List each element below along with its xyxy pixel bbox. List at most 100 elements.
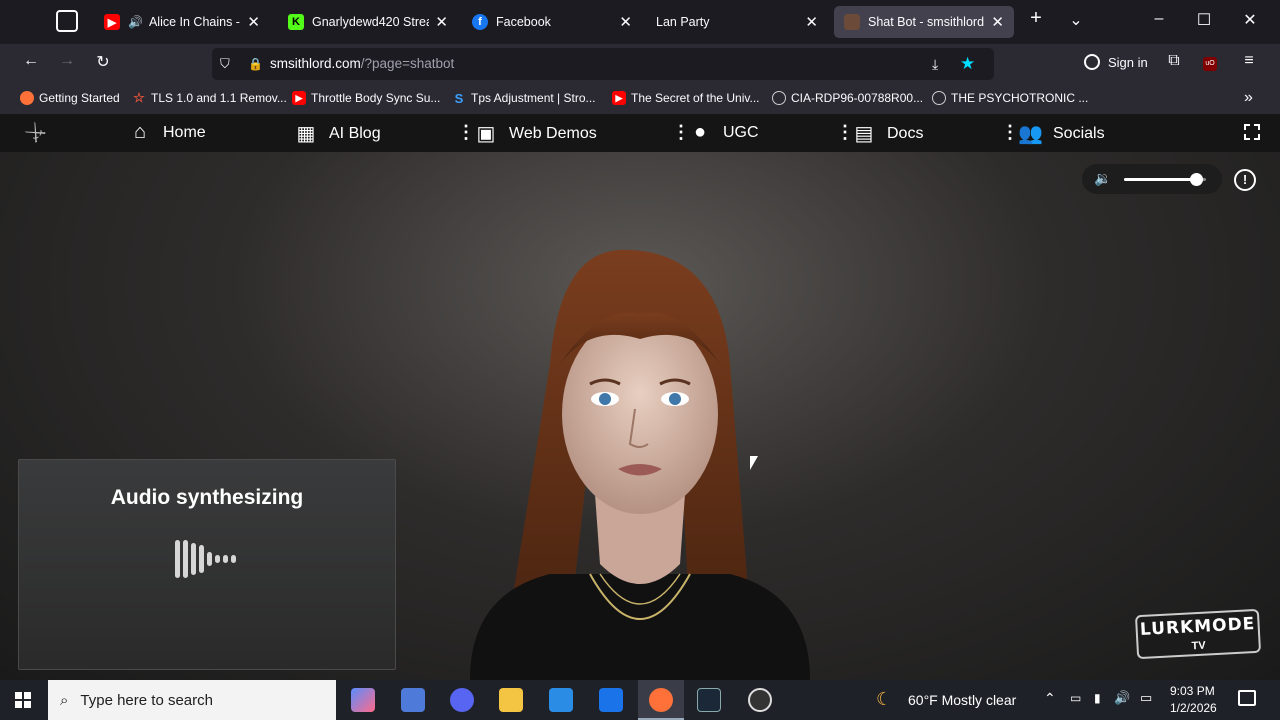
clock-date[interactable]: 1/2/2026: [1170, 701, 1217, 715]
calendar-icon: ▦: [296, 123, 316, 145]
firefox-icon: [20, 91, 34, 105]
close-tab-icon[interactable]: ✕: [247, 13, 260, 31]
close-tab-icon[interactable]: ✕: [991, 13, 1004, 31]
notifications-icon[interactable]: [1238, 690, 1256, 706]
display-icon[interactable]: ▭: [1140, 690, 1152, 706]
file-manager-icon[interactable]: [401, 688, 425, 712]
bookmark-tps[interactable]: S Tps Adjustment | Stro...: [452, 90, 596, 106]
forward-icon[interactable]: →: [54, 52, 80, 76]
extensions-icon[interactable]: ⧉: [1161, 52, 1187, 76]
fullscreen-icon[interactable]: [1244, 124, 1260, 140]
tab-gnarlydewd[interactable]: K Gnarlydewd420 Stream ✕: [278, 6, 458, 38]
nav-label: Docs: [887, 124, 924, 142]
site-nav: ⚔ ⌂ Home ▦ AI Blog ⋮ ▣ Web Demos ⋮ ● UGC ⋮ ▤…: [0, 114, 1280, 152]
close-window-icon[interactable]: ✕: [1235, 10, 1265, 30]
bookmark-label: Tps Adjustment | Stro...: [471, 91, 596, 105]
lurkmode-logo: LURKMODE TV: [1134, 608, 1262, 660]
save-page-icon[interactable]: ⤓: [932, 56, 938, 73]
volume-icon[interactable]: 🔉: [1094, 170, 1111, 187]
close-tab-icon[interactable]: ✕: [435, 13, 448, 31]
discord-icon[interactable]: [450, 688, 474, 712]
firefox-taskbar-button[interactable]: [638, 680, 684, 720]
site-icon: [844, 14, 860, 30]
taskbar-search-box[interactable]: ⌕ Type here to search: [48, 680, 336, 720]
nav-home[interactable]: ⌂ Home: [128, 121, 206, 144]
menu-icon[interactable]: ≡: [1236, 52, 1262, 76]
close-tab-icon[interactable]: ✕: [619, 13, 632, 31]
mouse-cursor-icon: [750, 456, 758, 470]
file-explorer-icon[interactable]: [499, 688, 523, 712]
steam-icon[interactable]: [697, 688, 721, 712]
list-tabs-icon[interactable]: ⌄: [1061, 10, 1091, 30]
tab-title: Facebook: [496, 15, 551, 29]
bookmark-cia[interactable]: CIA-RDP96-00788R00...: [772, 91, 923, 105]
nav-web-demos[interactable]: ▣ Web Demos: [474, 121, 597, 146]
copilot-icon[interactable]: [351, 688, 375, 712]
obs-icon[interactable]: [748, 688, 772, 712]
info-icon[interactable]: !: [1234, 169, 1256, 191]
volume-slider-fill: [1124, 178, 1197, 181]
windows-start-icon[interactable]: [15, 692, 31, 708]
bookmark-secret[interactable]: ▶ The Secret of the Univ...: [612, 91, 760, 105]
mail-icon[interactable]: [599, 688, 623, 712]
site-logo-icon[interactable]: ⚔: [20, 117, 52, 149]
reload-icon[interactable]: ↻: [90, 52, 116, 76]
weather-icon[interactable]: ☾: [876, 689, 892, 710]
tab-shat-bot[interactable]: Shat Bot - smsithlord.co ✕: [834, 6, 1014, 38]
facebook-icon: f: [472, 14, 488, 30]
volume-slider-track[interactable]: [1124, 173, 1206, 186]
nav-label: Home: [163, 123, 206, 141]
maximize-icon[interactable]: ☐: [1189, 10, 1219, 30]
ublock-icon[interactable]: uO: [1203, 57, 1217, 71]
tab-facebook[interactable]: f Facebook ✕: [462, 6, 642, 38]
audio-synthesizing-panel: Audio synthesizing: [18, 459, 396, 670]
account-button[interactable]: Sign in: [1084, 54, 1148, 70]
s-icon: S: [454, 90, 464, 106]
nav-label: UGC: [723, 123, 759, 141]
nav-ai-blog[interactable]: ▦ AI Blog: [294, 121, 381, 146]
show-hidden-icons[interactable]: ⌃: [1044, 690, 1056, 707]
store-icon[interactable]: [549, 688, 573, 712]
bookmark-getting-started[interactable]: Getting Started: [20, 91, 120, 105]
search-placeholder: Type here to search: [80, 691, 213, 709]
network-icon[interactable]: ▭: [1070, 691, 1081, 705]
bookmark-tls[interactable]: ☆ TLS 1.0 and 1.1 Remov...: [132, 90, 287, 105]
new-tab-icon[interactable]: +: [1021, 7, 1051, 30]
close-tab-icon[interactable]: ✕: [805, 13, 818, 31]
more-icon[interactable]: ⋮: [1001, 122, 1019, 143]
tab-alice-in-chains[interactable]: ▶ 🔊 Alice In Chains - Ro ✕: [94, 6, 270, 38]
minimize-icon[interactable]: –: [1144, 10, 1174, 28]
document-icon: ▤: [854, 123, 874, 145]
bookmark-psychotronic[interactable]: THE PSYCHOTRONIC ...: [932, 91, 1088, 105]
bookmark-label: CIA-RDP96-00788R00...: [791, 91, 924, 105]
weather-text[interactable]: 60°F Mostly clear: [908, 692, 1016, 708]
more-icon[interactable]: ⋮: [457, 122, 475, 143]
search-icon: ⌕: [60, 691, 69, 709]
more-bookmarks-icon[interactable]: »: [1244, 89, 1253, 107]
bookmark-label: TLS 1.0 and 1.1 Remov...: [151, 91, 287, 105]
volume-slider-thumb[interactable]: [1190, 173, 1204, 186]
kick-icon: K: [288, 14, 304, 30]
nav-ugc[interactable]: ● UGC: [688, 121, 759, 144]
nav-docs[interactable]: ▤ Docs: [852, 121, 924, 146]
lock-icon[interactable]: 🔒: [248, 57, 263, 71]
shield-icon[interactable]: ⛉: [220, 56, 236, 72]
tab-lan-party[interactable]: Lan Party ✕: [646, 6, 828, 38]
url-path: /?page=shatbot: [360, 56, 455, 71]
microphone-icon[interactable]: ▮: [1094, 691, 1101, 705]
volume-control: 🔉: [1082, 164, 1222, 194]
bookmark-throttle[interactable]: ▶ Throttle Body Sync Su...: [292, 91, 440, 105]
bookmark-star-icon[interactable]: ★: [960, 54, 975, 74]
volume-tray-icon[interactable]: 🔊: [1114, 690, 1130, 706]
bookmark-label: Throttle Body Sync Su...: [311, 91, 441, 105]
back-icon[interactable]: ←: [18, 52, 44, 76]
nav-socials[interactable]: 👥 Socials: [1018, 121, 1105, 146]
tab-title: Gnarlydewd420 Stream: [312, 15, 429, 29]
user-secret-icon: ●: [693, 121, 707, 143]
clock-time[interactable]: 9:03 PM: [1170, 684, 1215, 698]
globe-icon: [932, 91, 946, 105]
tab-overview-icon[interactable]: [56, 10, 78, 32]
url-bar[interactable]: ⛉ 🔒 smsithlord.com/?page=shatbot ⤓ ★: [212, 48, 994, 80]
bookmark-label: THE PSYCHOTRONIC ...: [951, 91, 1089, 105]
speaker-icon[interactable]: 🔊: [128, 15, 143, 29]
